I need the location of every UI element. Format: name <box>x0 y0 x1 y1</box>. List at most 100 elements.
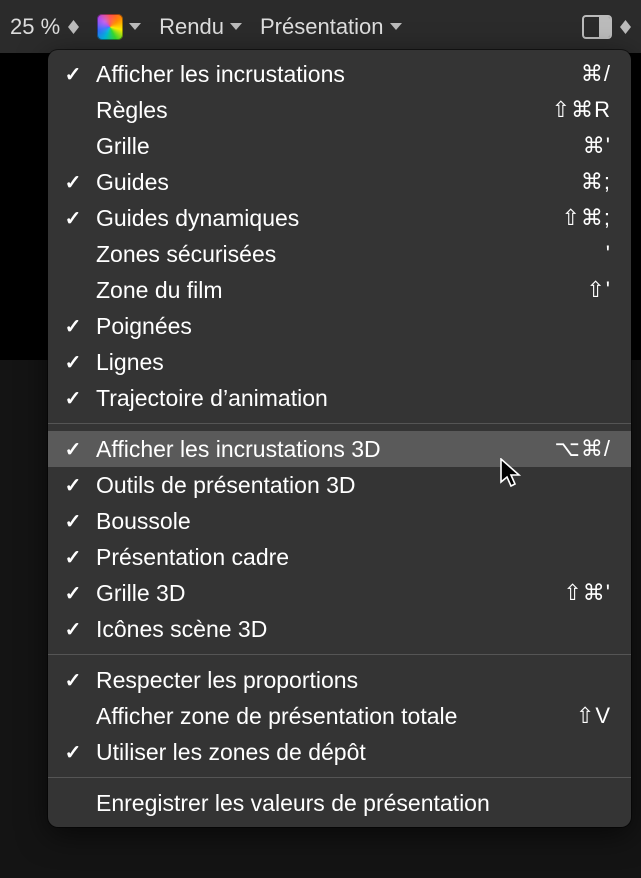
check-col: ✓ <box>58 740 88 765</box>
menu-item-shortcut: ⌘; <box>521 169 611 195</box>
checkmark-icon: ✓ <box>65 437 82 462</box>
menu-item-trajectoire-danimation[interactable]: ✓Trajectoire d’animation <box>48 380 631 416</box>
zoom-control[interactable]: 25 % <box>10 14 79 40</box>
menu-item-label: Lignes <box>88 349 521 376</box>
menu-item-label: Trajectoire d’animation <box>88 385 521 412</box>
checkmark-icon: ✓ <box>65 509 82 534</box>
menu-item-label: Afficher les incrustations 3D <box>88 436 521 463</box>
menu-item-guides-dynamiques[interactable]: ✓Guides dynamiques⇧⌘; <box>48 200 631 236</box>
menu-item-label: Afficher zone de présentation totale <box>88 703 521 730</box>
menu-item-label: Grille 3D <box>88 580 521 607</box>
menu-item-shortcut: ⇧⌘; <box>521 205 611 231</box>
menu-item-label: Présentation cadre <box>88 544 521 571</box>
menu-item-shortcut: ⌥⌘/ <box>521 436 611 462</box>
menu-item-label: Zone du film <box>88 277 521 304</box>
menu-separator <box>48 777 631 778</box>
menu-item-label: Outils de présentation 3D <box>88 472 521 499</box>
menu-item-grille-3d[interactable]: ✓Grille 3D⇧⌘' <box>48 575 631 611</box>
chevron-down-icon <box>390 23 402 30</box>
render-label: Rendu <box>159 14 224 40</box>
menu-item-label: Respecter les proportions <box>88 667 521 694</box>
toolbar: 25 % Rendu Présentation <box>0 0 641 54</box>
menu-item-afficher-les-incrustations[interactable]: ✓Afficher les incrustations⌘/ <box>48 56 631 92</box>
menu-item-outils-de-presentation-3d[interactable]: ✓Outils de présentation 3D <box>48 467 631 503</box>
check-col: ✓ <box>58 437 88 462</box>
checkmark-icon: ✓ <box>65 473 82 498</box>
check-col: ✓ <box>58 545 88 570</box>
menu-separator <box>48 654 631 655</box>
check-col: ✓ <box>58 314 88 339</box>
menu-item-label: Boussole <box>88 508 521 535</box>
menu-item-poignees[interactable]: ✓Poignées <box>48 308 631 344</box>
menu-item-guides[interactable]: ✓Guides⌘; <box>48 164 631 200</box>
menu-item-label: Grille <box>88 133 521 160</box>
menu-item-afficher-zone-de-presentation-totale[interactable]: Afficher zone de présentation totale⇧V <box>48 698 631 734</box>
checkmark-icon: ✓ <box>65 206 82 231</box>
presentation-label: Présentation <box>260 14 384 40</box>
menu-item-shortcut: ' <box>521 241 611 267</box>
checkmark-icon: ✓ <box>65 62 82 87</box>
chevron-down-icon <box>129 23 141 30</box>
check-col: ✓ <box>58 509 88 534</box>
menu-item-shortcut: ⇧⌘' <box>521 580 611 606</box>
menu-item-shortcut: ⇧V <box>521 703 611 729</box>
check-col: ✓ <box>58 62 88 87</box>
check-col: ✓ <box>58 668 88 693</box>
checkmark-icon: ✓ <box>65 740 82 765</box>
menu-item-label: Utiliser les zones de dépôt <box>88 739 521 766</box>
menu-item-utiliser-les-zones-de-depot[interactable]: ✓Utiliser les zones de dépôt <box>48 734 631 770</box>
render-menu[interactable]: Rendu <box>159 14 242 40</box>
menu-item-zones-securisees[interactable]: Zones sécurisées' <box>48 236 631 272</box>
menu-item-label: Icônes scène 3D <box>88 616 521 643</box>
checkmark-icon: ✓ <box>65 668 82 693</box>
menu-item-label: Zones sécurisées <box>88 241 521 268</box>
menu-item-grille[interactable]: Grille⌘' <box>48 128 631 164</box>
checkmark-icon: ✓ <box>65 314 82 339</box>
menu-item-label: Poignées <box>88 313 521 340</box>
menu-separator <box>48 423 631 424</box>
menu-item-label: Guides dynamiques <box>88 205 521 232</box>
checkmark-icon: ✓ <box>65 617 82 642</box>
menu-group-1: ✓Afficher les incrustations⌘/Règles⇧⌘RGr… <box>48 56 631 416</box>
zoom-value: 25 % <box>10 14 60 40</box>
layout-control[interactable] <box>582 15 631 39</box>
color-control[interactable] <box>97 14 141 40</box>
menu-item-label: Guides <box>88 169 521 196</box>
stepper-icon <box>620 20 631 34</box>
check-col: ✓ <box>58 350 88 375</box>
menu-item-boussole[interactable]: ✓Boussole <box>48 503 631 539</box>
check-col: ✓ <box>58 581 88 606</box>
menu-group-2: ✓Afficher les incrustations 3D⌥⌘/✓Outils… <box>48 431 631 647</box>
menu-item-shortcut: ⇧' <box>521 277 611 303</box>
check-col: ✓ <box>58 473 88 498</box>
chevron-down-icon <box>230 23 242 30</box>
stepper-icon <box>68 20 79 34</box>
menu-item-label: Règles <box>88 97 521 124</box>
presentation-dropdown: ✓Afficher les incrustations⌘/Règles⇧⌘RGr… <box>48 50 631 827</box>
menu-item-icones-scene-3d[interactable]: ✓Icônes scène 3D <box>48 611 631 647</box>
menu-item-lignes[interactable]: ✓Lignes <box>48 344 631 380</box>
menu-item-label: Afficher les incrustations <box>88 61 521 88</box>
check-col: ✓ <box>58 170 88 195</box>
menu-item-label: Enregistrer les valeurs de présentation <box>88 790 521 817</box>
checkmark-icon: ✓ <box>65 545 82 570</box>
checkmark-icon: ✓ <box>65 170 82 195</box>
menu-item-respecter-les-proportions[interactable]: ✓Respecter les proportions <box>48 662 631 698</box>
menu-item-presentation-cadre[interactable]: ✓Présentation cadre <box>48 539 631 575</box>
check-col: ✓ <box>58 206 88 231</box>
checkmark-icon: ✓ <box>65 350 82 375</box>
menu-group-3: ✓Respecter les proportionsAfficher zone … <box>48 662 631 770</box>
menu-item-shortcut: ⌘' <box>521 133 611 159</box>
presentation-menu[interactable]: Présentation <box>260 14 402 40</box>
layout-icon <box>582 15 612 39</box>
menu-item-zone-du-film[interactable]: Zone du film⇧' <box>48 272 631 308</box>
check-col: ✓ <box>58 617 88 642</box>
menu-item-save-values[interactable]: Enregistrer les valeurs de présentation <box>48 785 631 821</box>
menu-item-regles[interactable]: Règles⇧⌘R <box>48 92 631 128</box>
checkmark-icon: ✓ <box>65 581 82 606</box>
color-swatch-icon <box>97 14 123 40</box>
check-col: ✓ <box>58 386 88 411</box>
menu-item-shortcut: ⌘/ <box>521 61 611 87</box>
menu-item-shortcut: ⇧⌘R <box>521 97 611 123</box>
menu-item-afficher-les-incrustations-3d[interactable]: ✓Afficher les incrustations 3D⌥⌘/ <box>48 431 631 467</box>
